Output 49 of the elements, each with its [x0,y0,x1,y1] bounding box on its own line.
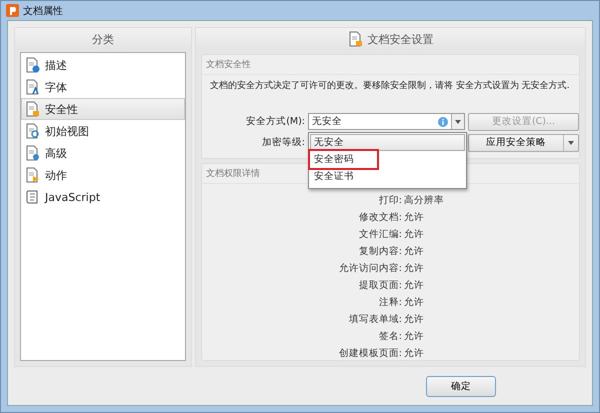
permission-label: 打印: [378,194,402,207]
permission-value: 允许 [404,296,425,309]
category-item[interactable]: 动作 [21,164,185,186]
category-item[interactable]: 安全性 [21,98,185,120]
panel-header: 文档安全设置 [368,32,434,46]
category-item[interactable]: 初始视图 [21,120,185,142]
dropdown-option[interactable]: 无安全 [310,134,465,151]
permission-value: 高分辨率 [404,194,445,207]
permission-label: 允许访问内容: [338,262,402,275]
category-item[interactable]: 描述 [21,54,185,76]
category-item[interactable]: 高级 [21,142,185,164]
permission-label: 填写表单域: [348,313,402,326]
category-item[interactable]: 字体 [21,76,185,98]
permission-value: 允许 [404,211,425,224]
document-gear-icon [25,145,41,161]
security-description: 文档的安全方式决定了可许可的更改。要移除安全限制，请将 安全方式设置为 无安全方式. [209,80,571,92]
info-icon [438,116,448,126]
permission-label: 复制内容: [358,245,402,258]
apply-policy-button[interactable]: 应用安全策略 [468,134,579,152]
permission-value: 允许 [404,262,425,275]
permission-label: 注释: [378,296,402,309]
permission-value: 允许 [404,245,425,258]
app-logo-icon [6,4,19,17]
method-label: 安全方式(M): [245,115,305,128]
document-arrow-icon [25,167,41,183]
permission-label: 文件汇编: [358,228,402,241]
dropdown-option[interactable]: 安全密码 [310,151,377,168]
permission-value: 允许 [404,330,425,343]
document-magnifier-icon [25,123,41,139]
permission-value: 允许 [404,313,425,326]
permission-value: 允许 [404,228,425,241]
document-info-icon [25,57,41,73]
caret-icon [568,140,574,144]
document-lock-icon [25,101,41,117]
permission-label: 签名: [378,330,402,343]
category-item[interactable]: JavaScript [21,186,185,208]
group-title: 文档安全性 [202,55,579,75]
permission-label: 创建模板页面: [338,347,402,360]
ok-button[interactable]: 确定 [426,376,496,396]
document-lock-icon [348,31,364,47]
caret-icon [455,120,461,124]
document-font-icon [25,79,41,95]
window-title: 文档属性 [23,4,63,18]
permission-value: 允许 [404,279,425,292]
permission-label: 提取页面: [358,279,402,292]
encryption-label: 加密等级: [260,136,305,149]
permission-value: 允许 [404,347,425,360]
permission-label: 修改文档: [358,211,402,224]
dropdown-option[interactable]: 安全证书 [310,168,465,185]
